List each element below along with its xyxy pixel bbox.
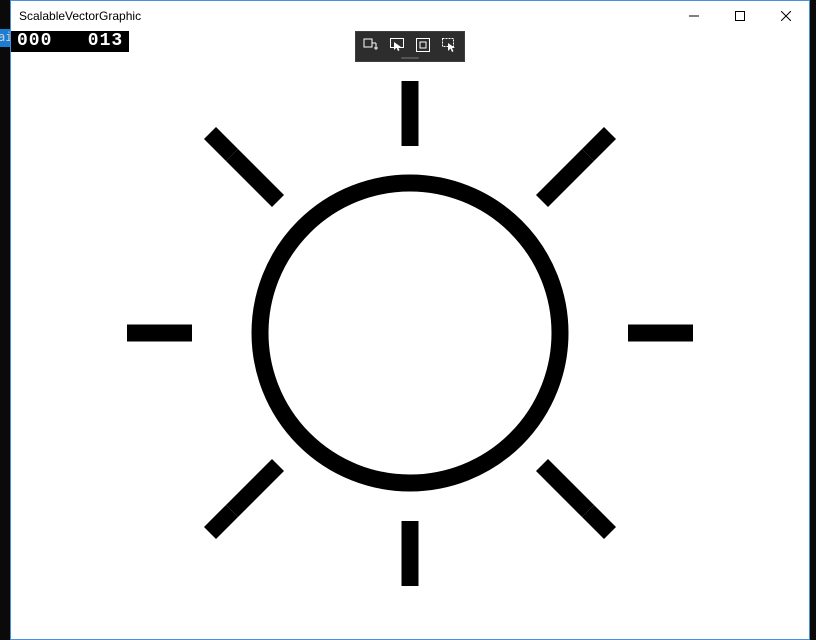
maximize-button[interactable]	[717, 1, 763, 30]
window-controls	[671, 1, 809, 31]
minimize-button[interactable]	[671, 1, 717, 30]
window-title: ScalableVectorGraphic	[19, 9, 671, 23]
client-area: 000 013	[11, 31, 809, 639]
sun-icon	[11, 31, 809, 639]
app-window: ScalableVectorGraphic 000 013	[10, 0, 810, 640]
title-bar[interactable]: ScalableVectorGraphic	[11, 1, 809, 31]
background-panel-left: ai	[0, 0, 10, 640]
close-button[interactable]	[763, 1, 809, 30]
background-panel-right	[810, 0, 816, 640]
